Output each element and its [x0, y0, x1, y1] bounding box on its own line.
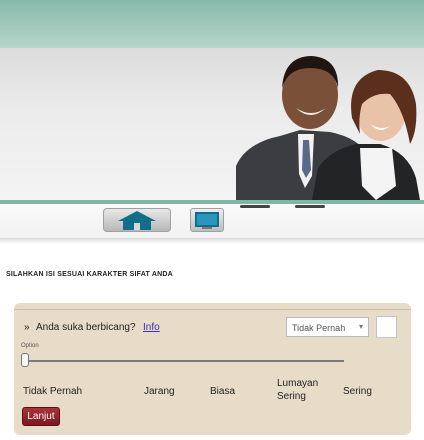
instruction-text: SILAHKAN ISI SESUAI KARAKTER SIFAT ANDA — [6, 271, 173, 278]
nav-shadow — [0, 238, 424, 244]
hero-banner — [0, 48, 424, 200]
header-band — [0, 0, 424, 48]
question-bullet: » — [24, 322, 30, 333]
slider-option-label: Lumayan Sering — [277, 378, 319, 402]
slider-track[interactable] — [24, 360, 344, 362]
next-button[interactable]: Lanjut — [22, 407, 60, 426]
home-button[interactable] — [103, 208, 171, 232]
monitor-icon — [195, 212, 219, 229]
business-people-photo — [236, 56, 420, 200]
panel-divider — [14, 309, 411, 310]
slider-thumb[interactable] — [21, 353, 29, 367]
question-text: Anda suka berbicang? — [36, 322, 136, 333]
answer-select-value: Tidak Pernah — [292, 323, 346, 333]
nav-decoration — [295, 205, 325, 208]
slider-option-label: Tidak Pernah — [23, 386, 83, 397]
home-icon — [118, 211, 156, 230]
answer-indicator-box — [376, 316, 397, 338]
nav-decoration — [240, 205, 270, 208]
info-link[interactable]: Info — [143, 322, 160, 333]
slider-option-label: Sering — [343, 386, 372, 397]
slider-option-label: Jarang — [144, 386, 175, 397]
dropdown-arrow-icon: ▾ — [358, 322, 363, 331]
answer-select[interactable]: Tidak Pernah ▾ — [286, 317, 369, 337]
slider-label: Option — [21, 343, 39, 349]
slider-option-label: Biasa — [210, 386, 236, 397]
question-panel: » Anda suka berbicang? Info Tidak Pernah… — [14, 303, 411, 435]
tv-button[interactable] — [190, 208, 224, 232]
